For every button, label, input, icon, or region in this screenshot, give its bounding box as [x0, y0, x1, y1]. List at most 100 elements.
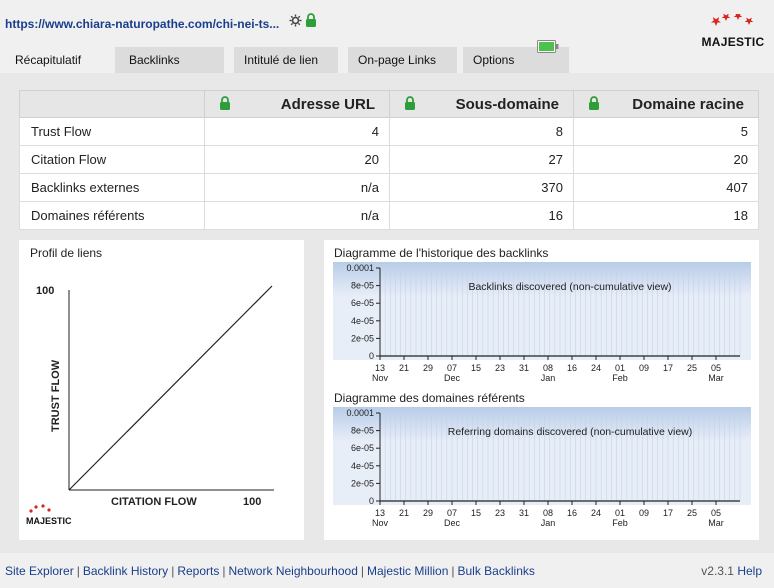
domains-history-chart: 0.0001 8e-05 6e-05 4e-05 2e-05 013 21 29 07 15 23 3…	[333, 407, 751, 528]
y-tick-label: 2e-05	[351, 478, 374, 488]
tab-recapitulatif[interactable]: Récapitulatif	[5, 47, 109, 74]
version-text: v2.3.1	[701, 564, 734, 578]
tab-backlinks[interactable]: Backlinks	[115, 47, 224, 73]
x-tick-label: 23	[495, 363, 505, 373]
tab-anchor-text[interactable]: Intitulé de lien	[234, 47, 338, 73]
y-tick-label: 4e-05	[351, 461, 374, 471]
row-label: Backlinks externes	[19, 173, 205, 202]
cell-value: 8	[389, 117, 574, 146]
x-month-label: Feb	[612, 518, 628, 528]
logo-text: MAJESTIC	[701, 35, 765, 49]
x-tick-label: 09	[639, 363, 649, 373]
x-month-label: Mar	[708, 518, 724, 528]
y-tick-label: 0.0001	[346, 263, 374, 273]
row-label: Citation Flow	[19, 145, 205, 174]
cell-value: 16	[389, 201, 574, 230]
cell-value: 407	[573, 173, 759, 202]
x-tick-label: 05	[711, 508, 721, 518]
footer-link-majestic-million[interactable]: Majestic Million	[367, 564, 448, 578]
x-tick-label: 13	[375, 508, 385, 518]
lock-icon	[588, 96, 600, 115]
x-tick-label: 17	[663, 508, 673, 518]
x-tick-label: 31	[519, 363, 529, 373]
x-tick-label: 15	[471, 508, 481, 518]
chart-inner-title: Referring domains discovered (non-cumula…	[448, 426, 693, 438]
x-tick-label: 29	[423, 363, 433, 373]
majestic-small-logo: MAJESTIC	[26, 504, 72, 526]
x-month-label: Nov	[372, 373, 389, 383]
x-tick-label: 01	[615, 363, 625, 373]
x-tick-label: 21	[399, 508, 409, 518]
lock-icon	[219, 96, 231, 115]
footer-link-network-neighbourhood[interactable]: Network Neighbourhood	[228, 564, 357, 578]
chart-inner-title: Backlinks discovered (non-cumulative vie…	[468, 281, 671, 293]
cell-value: 20	[204, 145, 390, 174]
x-tick-label: 29	[423, 508, 433, 518]
cell-value: 27	[389, 145, 574, 174]
y-tick-label: 4e-05	[351, 316, 374, 326]
cell-value: 5	[573, 117, 759, 146]
battery-icon	[537, 40, 559, 58]
row-label: Domaines référents	[19, 201, 205, 230]
footer-link-site-explorer[interactable]: Site Explorer	[5, 564, 74, 578]
table-row: Trust Flow 4 8 5	[19, 117, 759, 146]
backlinks-history-chart: 0.0001 8e-05 6e-05 4e-05 2e-05 013 21 29 07 15 23 3…	[333, 262, 751, 383]
y-tick-label: 8e-05	[351, 281, 374, 291]
x-tick-label: 07	[447, 508, 457, 518]
cell-value: 20	[573, 145, 759, 174]
tab-on-page-links[interactable]: On-page Links	[348, 47, 457, 73]
y-tick-label: 2e-05	[351, 333, 374, 343]
x-tick-label: 07	[447, 363, 457, 373]
cell-value: n/a	[204, 201, 390, 230]
y-tick-label: 0	[369, 351, 374, 361]
x-month-label: Dec	[444, 518, 461, 528]
lock-icon[interactable]	[305, 13, 317, 33]
small-logo-text: MAJESTIC	[26, 516, 72, 526]
y-tick-label: 6e-05	[351, 298, 374, 308]
x-tick-label: 15	[471, 363, 481, 373]
table-row: Domaines référents n/a 16 18	[19, 201, 759, 230]
row-label: Trust Flow	[19, 117, 205, 146]
x-max-label: 100	[243, 496, 261, 508]
x-tick-label: 23	[495, 508, 505, 518]
x-tick-label: 24	[591, 508, 601, 518]
x-axis-label: CITATION FLOW	[111, 496, 197, 508]
table-row: Citation Flow 20 27 20	[19, 145, 759, 174]
cell-value: 4	[204, 117, 390, 146]
x-tick-label: 16	[567, 363, 577, 373]
x-tick-label: 25	[687, 508, 697, 518]
summary-header-root-domain: Domaine racine	[573, 90, 759, 118]
y-tick-label: 0.0001	[346, 408, 374, 418]
summary-header-empty	[19, 90, 205, 118]
footer-links: Site Explorer | Backlink History | Reports | N…	[5, 564, 535, 578]
footer-link-backlink-history[interactable]: Backlink History	[83, 564, 168, 578]
link-profile-box: Profil de liens 100 TRUST FLOW CITATION …	[19, 240, 304, 540]
x-tick-label: 16	[567, 508, 577, 518]
help-link[interactable]: Help	[737, 564, 762, 578]
x-tick-label: 21	[399, 363, 409, 373]
flow-diagonal-line	[68, 285, 273, 491]
logo-stars-icon	[711, 12, 754, 26]
cell-value: 370	[389, 173, 574, 202]
cell-value: 18	[573, 201, 759, 230]
x-tick-label: 09	[639, 508, 649, 518]
x-tick-label: 17	[663, 363, 673, 373]
summary-header-subdomain: Sous-domaine	[389, 90, 574, 118]
gear-icon[interactable]	[289, 14, 302, 32]
majestic-logo[interactable]: MAJESTIC	[700, 12, 766, 50]
page-url-link[interactable]: https://www.chiara-naturopathe.com/chi-n…	[5, 17, 279, 31]
top-bar: https://www.chiara-naturopathe.com/chi-n…	[0, 0, 774, 50]
url-icons	[289, 13, 317, 33]
table-row: Backlinks externes n/a 370 407	[19, 173, 759, 202]
footer-link-reports[interactable]: Reports	[177, 564, 219, 578]
y-tick-label: 6e-05	[351, 443, 374, 453]
footer-link-bulk-backlinks[interactable]: Bulk Backlinks	[458, 564, 535, 578]
summary-header-url: Adresse URL	[204, 90, 390, 118]
y-tick-label: 8e-05	[351, 426, 374, 436]
x-tick-label: 13	[375, 363, 385, 373]
y-tick-label: 0	[369, 496, 374, 506]
x-tick-label: 08	[543, 363, 553, 373]
x-month-label: Dec	[444, 373, 461, 383]
x-tick-label: 24	[591, 363, 601, 373]
link-profile-chart: 100 TRUST FLOW CITATION FLOW 100 MAJESTI…	[26, 285, 274, 526]
